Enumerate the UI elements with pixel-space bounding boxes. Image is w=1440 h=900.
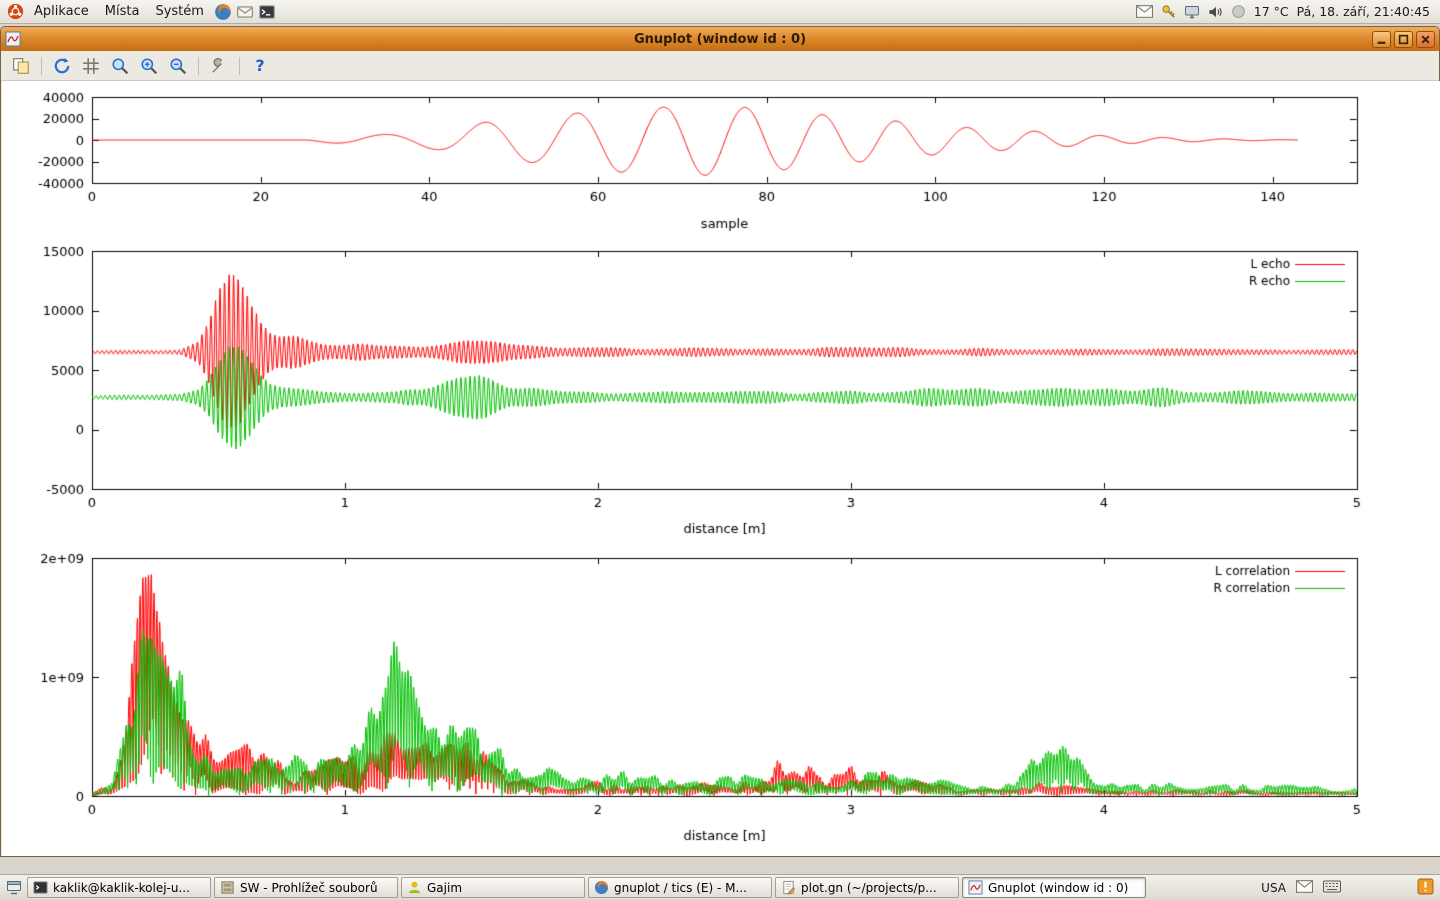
distributor-logo-icon[interactable]	[4, 1, 26, 23]
taskbar-item-gajim[interactable]: Gajim	[401, 877, 585, 898]
taskbar-item-terminal[interactable]: kaklik@kaklik-kolej-u...	[27, 877, 211, 898]
window-icon	[5, 31, 21, 47]
taskbar-item-gnuplot[interactable]: Gnuplot (window id : 0)	[962, 877, 1146, 898]
menu-places[interactable]: Místa	[97, 2, 148, 21]
toolbar-separator	[198, 57, 199, 75]
gajim-icon	[407, 880, 422, 895]
taskbar-item-label: Gajim	[427, 881, 462, 895]
menu-system[interactable]: Systém	[147, 2, 211, 21]
temperature-label[interactable]: 17 °C	[1254, 4, 1289, 19]
update-notifier-icon[interactable]	[1417, 878, 1434, 898]
mail-notification-icon[interactable]	[1136, 5, 1153, 18]
taskbar-item-firefox[interactable]: gnuplot / tics (E) - M...	[588, 877, 772, 898]
clock[interactable]: Pá, 18. září, 21:40:45	[1297, 4, 1430, 19]
menu-applications-label: Aplikace	[34, 4, 89, 19]
taskbar-item-label: plot.gn (~/projects/p...	[801, 881, 937, 895]
toolbar: ?	[1, 51, 1439, 81]
keyboard-layout-indicator[interactable]: USA	[1261, 881, 1286, 895]
volume-icon[interactable]	[1208, 5, 1223, 19]
zoom-in-icon[interactable]	[138, 55, 160, 77]
taskbar-item-label: gnuplot / tics (E) - M...	[614, 881, 747, 895]
minimize-button[interactable]	[1372, 31, 1391, 48]
terminal-icon	[33, 880, 48, 895]
show-desktop-icon[interactable]	[4, 878, 24, 898]
titlebar[interactable]: Gnuplot (window id : 0)	[1, 27, 1439, 51]
gnuplot-icon	[968, 880, 983, 895]
gnuplot-window: Gnuplot (window id : 0)	[0, 26, 1440, 857]
zoom-previous-icon[interactable]	[109, 55, 131, 77]
toolbar-separator	[41, 57, 42, 75]
firefox-icon	[594, 880, 609, 895]
taskbar-item-label: SW - Prohlížeč souborů	[240, 881, 378, 895]
display-icon[interactable]	[1184, 5, 1200, 19]
bottom-panel: kaklik@kaklik-kolej-u... SW - Prohlížeč …	[0, 874, 1440, 900]
weather-icon[interactable]	[1231, 4, 1246, 19]
chart-correlation[interactable]	[2, 546, 1440, 856]
taskbar-item-label: Gnuplot (window id : 0)	[988, 881, 1128, 895]
zoom-out-icon[interactable]	[167, 55, 189, 77]
close-button[interactable]	[1416, 31, 1435, 48]
taskbar-item-label: kaklik@kaklik-kolej-u...	[53, 881, 190, 895]
chart-echo[interactable]	[2, 241, 1440, 546]
text-editor-icon	[781, 880, 796, 895]
maximize-button[interactable]	[1394, 31, 1413, 48]
configure-icon[interactable]	[208, 55, 230, 77]
window-title: Gnuplot (window id : 0)	[1, 32, 1439, 47]
toolbar-separator	[239, 57, 240, 75]
taskbar-item-editor[interactable]: plot.gn (~/projects/p...	[775, 877, 959, 898]
help-icon[interactable]: ?	[249, 55, 271, 77]
desktop: Aplikace Místa Systém	[0, 0, 1440, 900]
chart-pulse[interactable]	[2, 81, 1440, 241]
mail-icon[interactable]	[1296, 880, 1313, 896]
file-manager-icon	[220, 880, 235, 895]
terminal-launcher-icon[interactable]	[256, 1, 278, 23]
menu-places-label: Místa	[105, 4, 140, 19]
keyboard-icon[interactable]	[1323, 880, 1341, 896]
replot-icon[interactable]	[51, 55, 73, 77]
plot-area	[2, 81, 1438, 856]
firefox-launcher-icon[interactable]	[212, 1, 234, 23]
top-panel: Aplikace Místa Systém	[0, 0, 1440, 24]
grid-toggle-icon[interactable]	[80, 55, 102, 77]
menu-applications[interactable]: Aplikace	[26, 2, 97, 21]
taskbar-item-file-manager[interactable]: SW - Prohlížeč souborů	[214, 877, 398, 898]
menu-system-label: Systém	[155, 4, 203, 19]
mail-launcher-icon[interactable]	[234, 1, 256, 23]
copy-to-clipboard-icon[interactable]	[10, 55, 32, 77]
key-icon[interactable]	[1161, 4, 1176, 19]
